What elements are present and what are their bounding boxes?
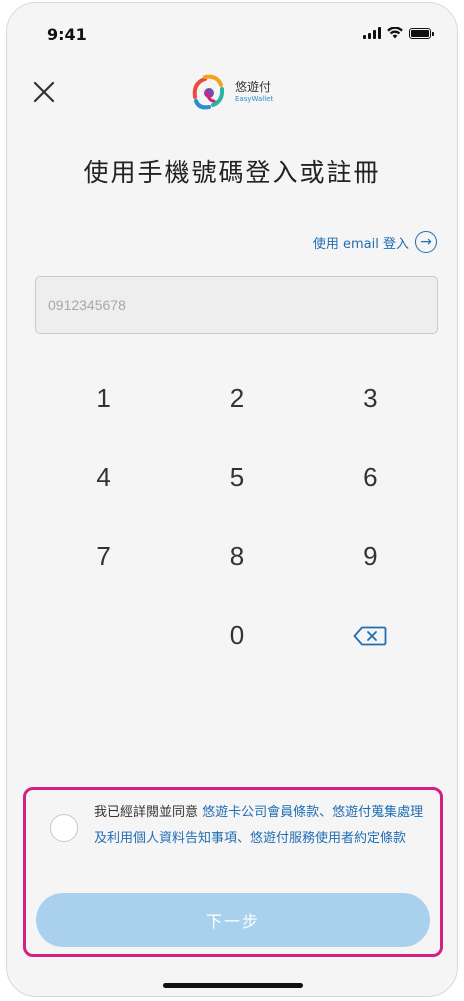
- keypad-backspace-button[interactable]: [304, 596, 437, 675]
- numeric-keypad: 1 2 3 4 5 6 7 8 9 0: [37, 359, 437, 675]
- phone-number-input[interactable]: [35, 276, 438, 334]
- battery-icon: [409, 27, 434, 39]
- keypad-key-7[interactable]: 7: [37, 517, 170, 596]
- agree-checkbox[interactable]: [50, 814, 78, 842]
- keypad-key-0[interactable]: 0: [170, 596, 303, 675]
- email-login-label: 使用 email 登入: [312, 236, 409, 252]
- logo-name-en: EasyWallet: [235, 95, 274, 103]
- arrow-right-circle-icon: →: [415, 231, 437, 253]
- keypad-key-4[interactable]: 4: [37, 438, 170, 517]
- service-terms-link[interactable]: 悠遊付服務使用者約定條款: [250, 831, 406, 846]
- member-terms-link[interactable]: 悠遊卡公司會員條款: [202, 805, 319, 820]
- keypad-key-1[interactable]: 1: [37, 359, 170, 438]
- next-button[interactable]: 下一步: [36, 893, 430, 947]
- keypad-key-3[interactable]: 3: [304, 359, 437, 438]
- agreement-prefix: 我已經詳閱並同意: [94, 805, 203, 820]
- agreement-separator-1: 、: [319, 805, 333, 820]
- close-icon[interactable]: [31, 79, 57, 105]
- easywallet-logo: 悠遊付 EasyWallet: [187, 71, 273, 113]
- easywallet-logo-icon: [192, 74, 225, 110]
- status-icons: [363, 27, 434, 39]
- logo-name-cn: 悠遊付: [235, 80, 272, 94]
- keypad-key-5[interactable]: 5: [170, 438, 303, 517]
- keypad-empty-slot: [37, 596, 170, 675]
- email-login-link[interactable]: 使用 email 登入 →: [313, 231, 437, 253]
- keypad-key-8[interactable]: 8: [170, 517, 303, 596]
- agreement-section: 我已經詳閱並同意 悠遊卡公司會員條款、悠遊付蒐集處理及利用個人資料告知事項、悠遊…: [23, 787, 443, 957]
- backspace-icon: [353, 626, 387, 645]
- keypad-key-9[interactable]: 9: [304, 517, 437, 596]
- phone-screen: 9:41 悠遊付 EasyWallet 使用手機號碼登入或註冊 使用 email…: [6, 2, 458, 997]
- wifi-icon: [387, 27, 403, 39]
- status-time: 9:41: [47, 25, 87, 44]
- page-title: 使用手機號碼登入或註冊: [83, 158, 381, 187]
- agreement-text: 我已經詳閱並同意 悠遊卡公司會員條款、悠遊付蒐集處理及利用個人資料告知事項、悠遊…: [94, 800, 424, 852]
- signal-icon: [363, 27, 381, 39]
- home-indicator: [163, 983, 303, 988]
- keypad-key-6[interactable]: 6: [304, 438, 437, 517]
- keypad-key-2[interactable]: 2: [170, 359, 303, 438]
- agreement-separator-2: 、: [237, 831, 251, 846]
